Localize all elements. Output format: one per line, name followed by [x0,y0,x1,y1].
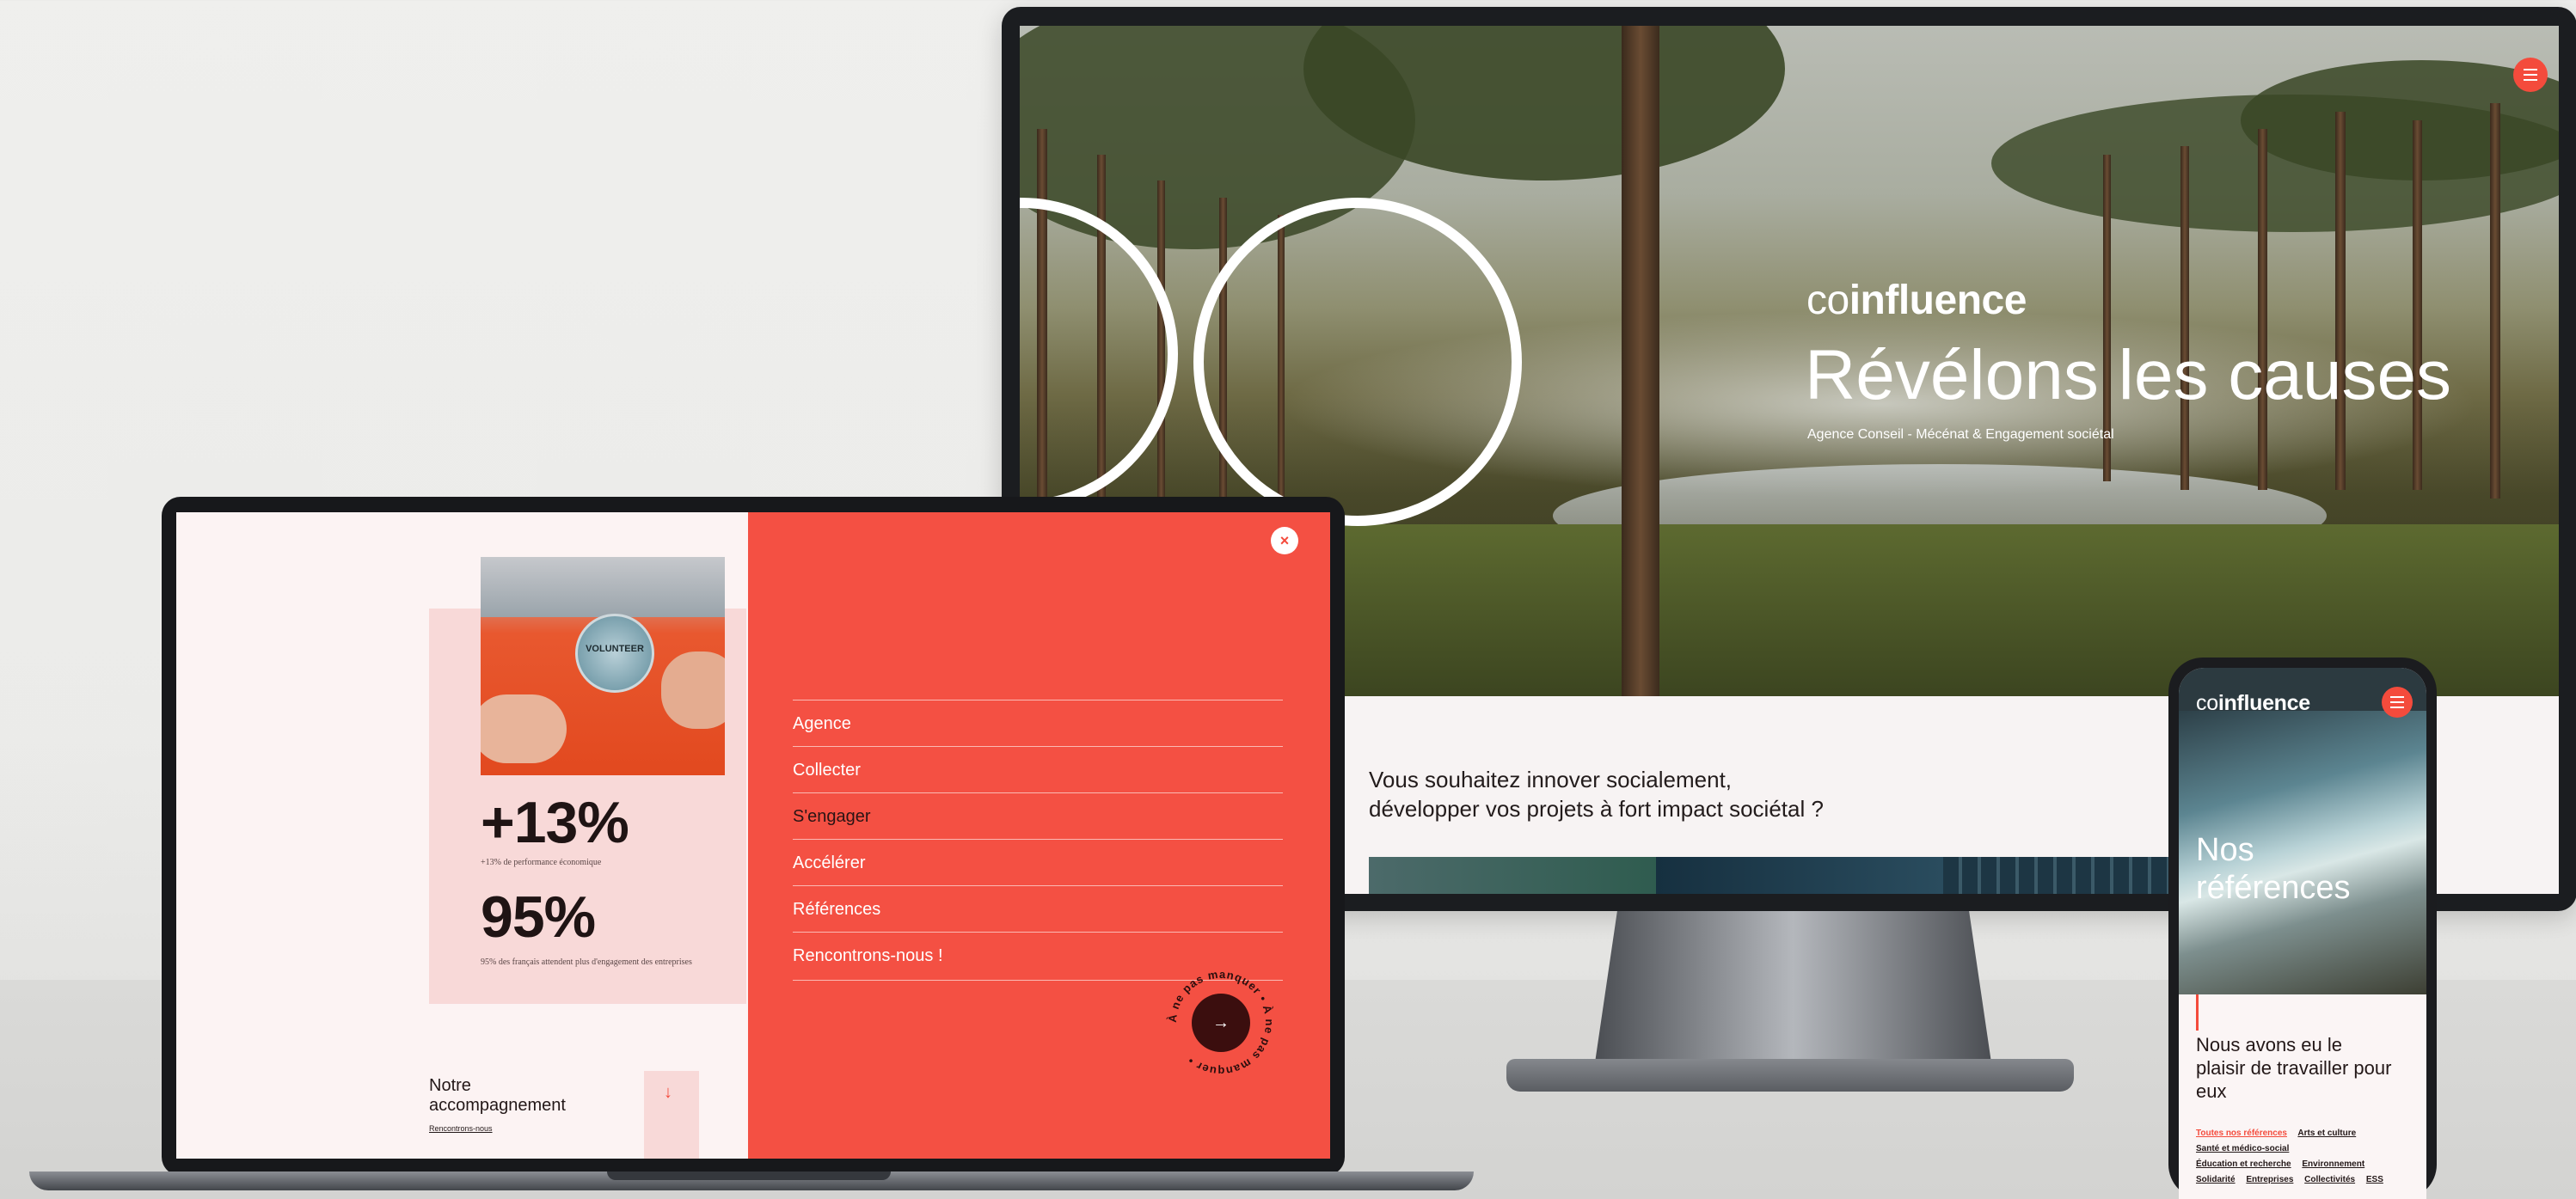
reference-filters: Toutes nos références Arts et culture Sa… [2196,1126,2420,1188]
monitor-stand-neck [1593,911,1993,1074]
nav-item-agence[interactable]: Agence [793,700,1283,747]
close-icon: × [1279,532,1290,549]
volunteer-photo: VOLUNTEER [481,557,725,775]
phone-menu-button[interactable] [2382,687,2413,718]
tree-trunk [2335,112,2346,490]
references-heading: Nous avons eu le plaisir de travailler p… [2196,1034,2392,1102]
stats-panel: VOLUNTEER +13% +13% de performance écono… [176,512,748,1159]
accompaniment-title-line-1: Notre [429,1076,471,1095]
hamburger-icon-line [2390,707,2404,708]
hamburger-icon-line [2390,701,2404,703]
close-button[interactable]: × [1271,527,1298,554]
dont-miss-button[interactable]: À ne pas manquer • À ne pas manquer • → [1161,963,1281,1083]
monitor-stand-base [1506,1059,2074,1092]
laptop: VOLUNTEER +13% +13% de performance écono… [162,497,1345,1176]
logo-prefix: co [2196,691,2218,715]
filter-sante[interactable]: Santé et médico-social [2196,1144,2289,1153]
accompaniment-title-line-2: accompagnement [429,1096,566,1115]
tree-trunk [2180,146,2189,490]
filter-all[interactable]: Toutes nos références [2196,1129,2287,1138]
hero-subtitle: Agence Conseil - Mécénat & Engagement so… [1807,427,2114,442]
filter-ess[interactable]: ESS [2366,1175,2383,1184]
logo-suffix: influence [1849,278,2027,323]
stat-performance-value: +13% [481,790,629,855]
intro-line-2: développer vos projets à fort impact soc… [1369,796,1824,822]
references-title-line-1: Nos [2196,832,2254,868]
hamburger-icon [2524,69,2537,70]
scroll-down-button[interactable]: ↓ [644,1071,699,1159]
stat-engagement-value: 95% [481,884,596,950]
filter-arts-culture[interactable]: Arts et culture [2297,1129,2356,1138]
volunteer-badge: VOLUNTEER [575,614,654,693]
arrow-down-icon: ↓ [664,1083,672,1102]
filter-education[interactable]: Éducation et recherche [2196,1159,2291,1169]
tree-trunk [2490,103,2500,499]
phone-screen: coinfluence Nos références Nous avons eu… [2179,668,2426,1199]
menu-button[interactable] [2513,58,2548,92]
photo-background [481,557,725,617]
nav-item-references[interactable]: Références [793,885,1283,933]
tree-trunk [2413,120,2422,490]
hero-title: Révélons les causes [1805,336,2452,414]
hero-logo[interactable]: coinfluence [1806,277,2027,324]
nav-item-accelerer[interactable]: Accélérer [793,839,1283,886]
arrow-right-icon: → [1192,994,1250,1052]
stat-engagement-caption: 95% des français attendent plus d'engage… [481,957,692,967]
laptop-screen: VOLUNTEER +13% +13% de performance écono… [176,512,1330,1159]
tree-trunk-main [1622,26,1659,696]
hamburger-icon-line [2524,74,2537,76]
gallery-thumb[interactable] [1656,857,1943,894]
filter-collectivites[interactable]: Collectivités [2304,1175,2355,1184]
accompaniment-title: Notre accompagnement [429,1076,566,1116]
filter-entreprises[interactable]: Entreprises [2246,1175,2293,1184]
meet-us-link[interactable]: Rencontrons-nous [429,1124,493,1133]
badge-label: VOLUNTEER [586,644,644,654]
nav-item-collecter[interactable]: Collecter [793,746,1283,793]
filter-environnement[interactable]: Environnement [2302,1159,2364,1169]
intro-line-1: Vous souhaitez innover socialement, [1369,767,1733,792]
references-title: Nos références [2196,831,2351,907]
nav-item-sengager[interactable]: S'engager [793,792,1283,840]
stat-performance-caption: +13% de performance économique [481,858,602,867]
gallery-thumb[interactable] [1369,857,1656,894]
logo-prefix: co [1806,278,1849,323]
intro-text: Vous souhaitez innover socialement, déve… [1369,765,1824,823]
smartphone: coinfluence Nos références Nous avons eu… [2168,658,2437,1199]
logo-ring-o [1193,198,1522,526]
laptop-notch [607,1171,891,1180]
nav-overlay: × Agence Collecter S'engager Accélérer R… [748,512,1330,1159]
hamburger-icon [2390,696,2404,698]
accent-line [2196,994,2199,1031]
photo-hand-right [661,651,725,729]
photo-hand-left [481,694,567,763]
references-title-line-2: références [2196,870,2351,906]
phone-logo[interactable]: coinfluence [2196,691,2310,716]
hamburger-icon-line [2524,79,2537,81]
logo-suffix: influence [2217,691,2310,715]
tree-trunk [2258,129,2267,490]
filter-solidarite[interactable]: Solidarité [2196,1175,2236,1184]
